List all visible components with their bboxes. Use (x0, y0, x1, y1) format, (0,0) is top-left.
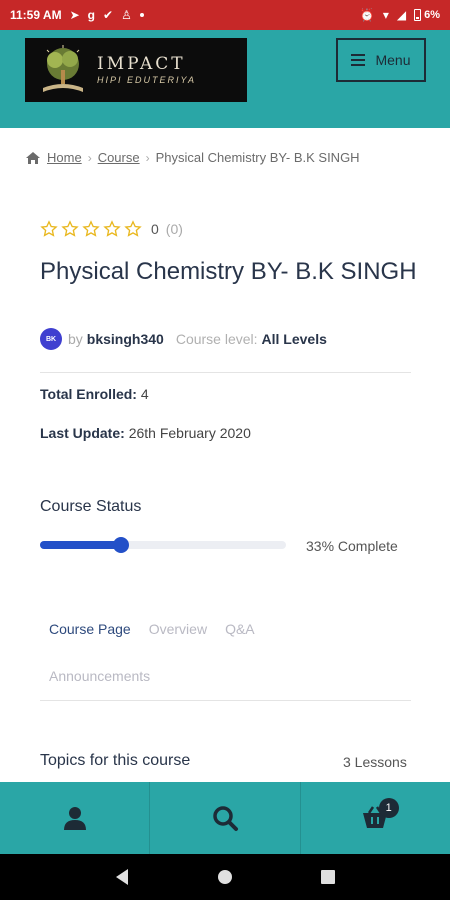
topics-title: Topics for this course (40, 752, 191, 769)
tab-course-page[interactable]: Course Page (40, 621, 140, 637)
account-button[interactable] (0, 782, 151, 854)
course-tabs: Course Page Overview Q&A (40, 621, 264, 637)
wifi-icon: ▾ (382, 8, 389, 22)
hamburger-icon (351, 54, 366, 66)
breadcrumb-course-link[interactable]: Course (98, 150, 140, 165)
course-level-label: Course level: (175, 331, 258, 347)
notification-dot-icon (139, 13, 144, 17)
breadcrumb-home-link[interactable]: Home (47, 150, 82, 165)
total-enrolled: Total Enrolled: 4 (40, 386, 149, 402)
progress-fill (40, 541, 122, 549)
search-button[interactable] (150, 782, 301, 854)
course-title: Physical Chemistry BY- B.K SINGH (40, 258, 417, 285)
signal-icon: ◢ (396, 8, 407, 22)
alarm-icon: ⏰ (359, 8, 375, 22)
home-icon (26, 151, 40, 164)
cart-button[interactable]: 1 (301, 782, 450, 854)
rating-count: (0) (165, 221, 183, 237)
breadcrumb: Home › Course › Physical Chemistry BY- B… (25, 150, 360, 165)
course-status-title: Course Status (40, 498, 142, 515)
course-rating: 0 (0) (40, 220, 183, 238)
topics-count: 3 Lessons (343, 754, 407, 770)
star-outline-icon (40, 220, 58, 237)
logo-title: IMPACT (97, 53, 186, 74)
by-label: by (68, 331, 83, 347)
breadcrumb-current: Physical Chemistry BY- B.K SINGH (155, 150, 360, 165)
menu-button[interactable]: Menu (336, 38, 426, 82)
star-outline-icon (124, 220, 142, 237)
course-level-value: All Levels (261, 331, 327, 347)
battery-percent: 6% (424, 9, 440, 21)
recents-button[interactable] (313, 862, 343, 892)
chevron-right-icon: › (87, 150, 92, 165)
tab-overview[interactable]: Overview (140, 621, 216, 637)
site-header: IMPACT HIPI EDUTERIYA Menu (0, 30, 450, 128)
enrolled-value: 4 (140, 386, 149, 402)
bottom-nav: 1 (0, 782, 450, 854)
back-button[interactable] (107, 862, 137, 892)
rating-score: 0 (151, 221, 159, 237)
author-link[interactable]: bksingh340 (87, 331, 164, 347)
site-logo[interactable]: IMPACT HIPI EDUTERIYA (25, 38, 247, 102)
enrolled-label: Total Enrolled: (40, 386, 137, 402)
course-author-row: BK by bksingh340 Course level: All Level… (40, 328, 327, 350)
home-circle-icon (217, 870, 232, 884)
course-progress-bar (40, 537, 286, 553)
telegram-icon: ➤ (69, 8, 80, 22)
battery-indicator: 6% (414, 9, 440, 21)
chevron-right-icon: › (145, 150, 150, 165)
app-icon: ♙ (121, 8, 132, 22)
menu-label: Menu (375, 52, 411, 68)
progress-knob (113, 537, 130, 553)
author-avatar[interactable]: BK (40, 328, 62, 350)
battery-icon (414, 9, 422, 21)
tab-announcements[interactable]: Announcements (49, 668, 150, 684)
logo-subtitle: HIPI EDUTERIYA (97, 74, 197, 85)
check-icon: ✔ (103, 8, 114, 22)
home-button[interactable] (210, 862, 240, 892)
status-bar: 11:59 AM ➤ g ✔ ♙ ⏰ ▾ ◢ 6% (0, 0, 450, 30)
search-icon (213, 806, 238, 831)
recents-square-icon (321, 870, 336, 884)
divider (40, 372, 411, 373)
tab-qa[interactable]: Q&A (216, 621, 264, 637)
cart-count-badge: 1 (378, 798, 399, 818)
last-update-label: Last Update: (40, 425, 125, 441)
clock: 11:59 AM (10, 8, 62, 22)
system-nav-bar (0, 854, 450, 900)
star-outline-icon (61, 220, 79, 237)
tree-logo-icon (43, 45, 83, 92)
g-icon: g (87, 8, 95, 22)
back-triangle-icon (115, 869, 128, 885)
star-outline-icon (103, 220, 121, 237)
divider (40, 700, 411, 701)
last-update-value: 26th February 2020 (128, 425, 251, 441)
account-icon (63, 807, 86, 830)
progress-text: 33% Complete (306, 538, 398, 554)
star-outline-icon (82, 220, 100, 237)
last-update: Last Update: 26th February 2020 (40, 425, 251, 441)
